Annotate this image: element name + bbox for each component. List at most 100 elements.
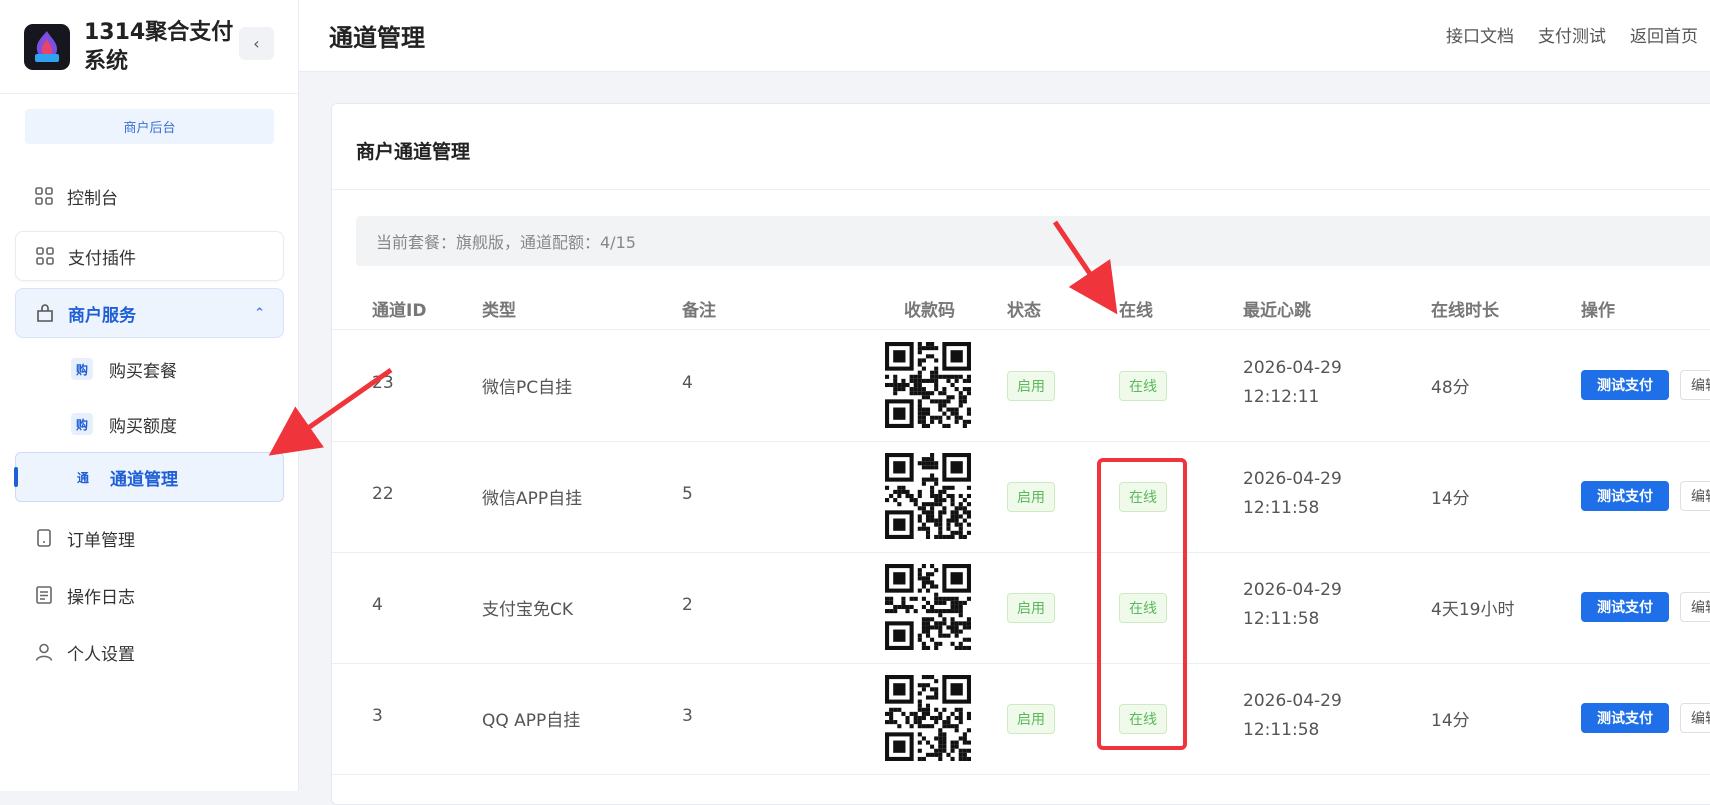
menu-label: 商户服务 bbox=[68, 305, 136, 326]
cell-note: 3 bbox=[682, 706, 693, 726]
grid-icon bbox=[33, 185, 55, 207]
qrcode-image[interactable] bbox=[885, 342, 971, 428]
submenu-label: 通道管理 bbox=[110, 469, 178, 490]
test-payment-button[interactable]: 测试支付 bbox=[1581, 370, 1669, 400]
menu-label: 个人设置 bbox=[67, 644, 135, 665]
col-status: 状态 bbox=[1007, 301, 1041, 321]
status-tag: 启用 bbox=[1007, 371, 1055, 401]
online-tag: 在线 bbox=[1119, 371, 1167, 401]
heartbeat-time: 12:11:58 bbox=[1243, 720, 1320, 740]
chevron-up-icon: ⌃ bbox=[254, 305, 265, 321]
status-tag: 启用 bbox=[1007, 593, 1055, 623]
col-online-duration: 在线时长 bbox=[1431, 301, 1499, 321]
menu-label: 操作日志 bbox=[67, 587, 135, 608]
heartbeat-date: 2026-04-29 bbox=[1243, 691, 1342, 711]
col-type: 类型 bbox=[482, 301, 516, 321]
heartbeat-time: 12:11:58 bbox=[1243, 498, 1320, 518]
col-online: 在线 bbox=[1119, 301, 1153, 321]
menu-payment-plugins[interactable]: 支付插件 bbox=[15, 231, 284, 281]
cell-online-duration: 48分 bbox=[1431, 378, 1470, 398]
cell-type: 支付宝免CK bbox=[482, 600, 574, 620]
cell-type: 微信APP自挂 bbox=[482, 489, 583, 509]
buy-badge-icon: 购 bbox=[71, 358, 93, 380]
col-actions: 操作 bbox=[1581, 301, 1615, 321]
link-api-docs[interactable]: 接口文档 bbox=[1446, 22, 1514, 47]
logo bbox=[24, 23, 70, 70]
logo-flame-icon bbox=[35, 30, 59, 62]
table-row: 22 微信APP自挂 5 启用 在线 2026-04-29 12:11:58 1… bbox=[332, 441, 1710, 553]
sidebar: 1314聚合支付系统 ‹ 商户后台 控制台 支付插件 商户服务 ⌃ 购 购买套餐… bbox=[0, 0, 299, 791]
menu-personal-settings[interactable]: 个人设置 bbox=[15, 627, 284, 677]
col-last-heartbeat: 最近心跳 bbox=[1243, 301, 1311, 321]
qrcode-image[interactable] bbox=[885, 453, 971, 539]
channel-card: 商户通道管理 当前套餐：旗舰版，通道配额：4/15 通道ID 类型 备注 收款码… bbox=[331, 103, 1710, 805]
top-links: 接口文档 支付测试 返回首页 bbox=[1446, 22, 1698, 47]
cell-note: 2 bbox=[682, 595, 693, 615]
test-payment-button[interactable]: 测试支付 bbox=[1581, 592, 1669, 622]
cell-type: 微信PC自挂 bbox=[482, 378, 573, 398]
cell-online-duration: 14分 bbox=[1431, 711, 1470, 731]
test-payment-button[interactable]: 测试支付 bbox=[1581, 703, 1669, 733]
doc-icon bbox=[33, 584, 55, 606]
tablet-icon bbox=[33, 527, 55, 549]
status-tag: 启用 bbox=[1007, 704, 1055, 734]
menu-order-management[interactable]: 订单管理 bbox=[15, 513, 284, 563]
online-tag: 在线 bbox=[1119, 704, 1167, 734]
heartbeat-date: 2026-04-29 bbox=[1243, 580, 1342, 600]
heartbeat-date: 2026-04-29 bbox=[1243, 469, 1342, 489]
status-tag: 启用 bbox=[1007, 482, 1055, 512]
cell-channel-id: 22 bbox=[372, 484, 394, 504]
col-note: 备注 bbox=[682, 301, 716, 321]
topbar: 通道管理 接口文档 支付测试 返回首页 bbox=[299, 0, 1710, 72]
link-home[interactable]: 返回首页 bbox=[1630, 22, 1698, 47]
cell-online-duration: 14分 bbox=[1431, 489, 1470, 509]
col-qrcode: 收款码 bbox=[904, 301, 955, 321]
merchant-backend-tag: 商户后台 bbox=[25, 109, 274, 144]
edit-button[interactable]: 编辑 bbox=[1680, 481, 1710, 511]
link-payment-test[interactable]: 支付测试 bbox=[1538, 22, 1606, 47]
brand: 1314聚合支付系统 ‹ bbox=[0, 0, 298, 94]
heartbeat-time: 12:11:58 bbox=[1243, 609, 1320, 629]
col-channel-id: 通道ID bbox=[372, 301, 427, 321]
menu-dashboard[interactable]: 控制台 bbox=[15, 171, 284, 221]
cell-channel-id: 3 bbox=[372, 706, 383, 726]
chevron-left-icon: ‹ bbox=[253, 34, 260, 53]
qrcode-image[interactable] bbox=[885, 675, 971, 761]
quota-info: 当前套餐：旗舰版，通道配额：4/15 bbox=[356, 216, 1710, 266]
qrcode-image[interactable] bbox=[885, 564, 971, 650]
edit-button[interactable]: 编辑 bbox=[1680, 592, 1710, 622]
menu-label: 控制台 bbox=[67, 188, 118, 209]
cell-channel-id: 4 bbox=[372, 595, 383, 615]
edit-button[interactable]: 编辑 bbox=[1680, 703, 1710, 733]
submenu-buy-package[interactable]: 购 购买套餐 bbox=[15, 344, 284, 394]
table-row: 23 微信PC自挂 4 启用 在线 2026-04-29 12:12:11 48… bbox=[332, 330, 1710, 442]
heartbeat-date: 2026-04-29 bbox=[1243, 358, 1342, 378]
cell-note: 5 bbox=[682, 484, 693, 504]
online-tag: 在线 bbox=[1119, 593, 1167, 623]
collapse-sidebar-button[interactable]: ‹ bbox=[239, 27, 274, 60]
cell-note: 4 bbox=[682, 373, 693, 393]
user-icon bbox=[33, 641, 55, 663]
page-title: 通道管理 bbox=[329, 24, 425, 52]
submenu-buy-quota[interactable]: 购 购买额度 bbox=[15, 399, 284, 449]
grid-icon bbox=[34, 245, 56, 267]
edit-button[interactable]: 编辑 bbox=[1680, 370, 1710, 400]
cell-online-duration: 4天19小时 bbox=[1431, 600, 1515, 620]
submenu-label: 购买套餐 bbox=[109, 361, 177, 382]
submenu-channel-management[interactable]: 通 通道管理 bbox=[15, 452, 284, 502]
brand-title: 1314聚合支付系统 bbox=[84, 19, 234, 74]
channel-badge-icon: 通 bbox=[76, 470, 89, 485]
test-payment-button[interactable]: 测试支付 bbox=[1581, 481, 1669, 511]
card-title: 商户通道管理 bbox=[356, 141, 471, 163]
heartbeat-time: 12:12:11 bbox=[1243, 387, 1320, 407]
menu-label: 支付插件 bbox=[68, 248, 136, 269]
menu-label: 订单管理 bbox=[67, 530, 135, 551]
submenu-label: 购买额度 bbox=[109, 416, 177, 437]
menu-merchant-services[interactable]: 商户服务 ⌃ bbox=[15, 288, 284, 338]
cell-channel-id: 23 bbox=[372, 373, 394, 393]
online-tag: 在线 bbox=[1119, 482, 1167, 512]
bag-icon bbox=[34, 302, 56, 324]
table-row: 4 支付宝免CK 2 启用 在线 2026-04-29 12:11:58 4天1… bbox=[332, 552, 1710, 664]
divider bbox=[332, 189, 1710, 190]
menu-operation-log[interactable]: 操作日志 bbox=[15, 570, 284, 620]
